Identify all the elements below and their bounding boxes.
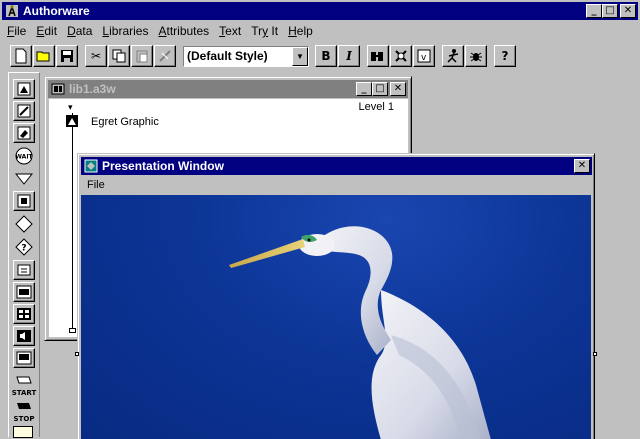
style-select-value: (Default Style)	[187, 49, 268, 63]
svg-text:v: v	[421, 53, 427, 63]
presentation-titlebar[interactable]: Presentation Window ✕	[81, 157, 592, 175]
map-tool-icon[interactable]	[13, 282, 35, 302]
menu-edit[interactable]: Edit	[31, 24, 62, 38]
save-icon[interactable]	[56, 45, 78, 67]
navigate-tool-icon[interactable]	[13, 169, 35, 189]
paste-icon[interactable]	[131, 45, 153, 67]
icon-palette: WAIT ? START STOP	[8, 72, 40, 438]
interaction-tool-icon[interactable]: ?	[13, 237, 35, 257]
library-close-button[interactable]: ✕	[390, 82, 406, 96]
italic-button[interactable]: I	[338, 45, 360, 67]
presentation-menubar: File	[81, 176, 592, 194]
start-flag-label: START	[11, 389, 37, 397]
presentation-window: Presentation Window ✕ File	[75, 153, 597, 439]
erase-tool-icon[interactable]	[13, 123, 35, 143]
level-indicator: Level 1	[358, 101, 394, 113]
menu-text[interactable]: Text	[214, 24, 246, 38]
wait-tool-icon[interactable]: WAIT	[13, 146, 35, 166]
run-icon[interactable]	[442, 45, 464, 67]
menubar: File Edit Data Libraries Attributes Text…	[2, 21, 638, 41]
library-titlebar[interactable]: lib1.a3w _ □ ✕	[48, 80, 408, 98]
stop-flag-icon[interactable]	[13, 399, 35, 413]
flowline-end-icon	[69, 328, 76, 333]
new-file-icon[interactable]	[10, 45, 32, 67]
svg-text:?: ?	[21, 244, 26, 254]
animation-tool-icon[interactable]	[13, 101, 35, 121]
app-titlebar[interactable]: Authorware _ □ ✕	[2, 2, 638, 20]
menu-help[interactable]: Help	[283, 24, 318, 38]
display-icon[interactable]	[66, 115, 78, 127]
library-doc-icon	[50, 81, 66, 97]
video-tool-icon[interactable]	[13, 348, 35, 368]
menu-data[interactable]: Data	[62, 24, 97, 38]
resize-handle-right[interactable]	[593, 352, 597, 356]
library-minimize-button[interactable]: _	[356, 82, 372, 96]
framework-tool-icon[interactable]	[13, 191, 35, 211]
close-button[interactable]: ✕	[620, 4, 636, 18]
egret-photo[interactable]	[81, 195, 591, 439]
variables-icon[interactable]: v	[413, 45, 435, 67]
presentation-title: Presentation Window	[102, 159, 224, 173]
app-title: Authorware	[23, 4, 90, 18]
menu-file-label: ile	[14, 24, 27, 38]
cut-icon[interactable]: ✂	[85, 45, 107, 67]
menu-libraries[interactable]: Libraries	[97, 24, 153, 38]
color-swatch[interactable]	[13, 426, 33, 438]
chevron-down-icon[interactable]: ▼	[292, 46, 308, 66]
presentation-close-button[interactable]: ✕	[574, 159, 590, 173]
authorware-logo-icon	[4, 3, 20, 19]
minimize-button[interactable]: _	[586, 4, 602, 18]
sound-tool-icon[interactable]	[13, 326, 35, 346]
egret-illustration	[229, 226, 491, 439]
library-maximize-button[interactable]: □	[372, 82, 388, 96]
digital-movie-tool-icon[interactable]	[13, 304, 35, 324]
menu-try-it[interactable]: Try It	[246, 24, 283, 38]
menu-file[interactable]: File	[2, 24, 31, 38]
svg-text:WAIT: WAIT	[15, 154, 33, 161]
presentation-window-icon	[83, 158, 99, 174]
calculation-tool-icon[interactable]	[13, 260, 35, 280]
display-tool-icon[interactable]	[13, 79, 35, 99]
menu-attributes[interactable]: Attributes	[153, 24, 214, 38]
toolbar: ✂ (Default Style) ▼ B I v ?	[2, 42, 638, 70]
bold-button[interactable]: B	[315, 45, 337, 67]
flow-item-label[interactable]: Egret Graphic	[91, 116, 159, 128]
flowline-start-icon: ▾	[68, 102, 73, 112]
library-title: lib1.a3w	[69, 82, 116, 96]
style-select[interactable]: (Default Style) ▼	[183, 45, 309, 67]
authorware-window: Authorware _ □ ✕ File Edit Data Librarie…	[0, 0, 640, 439]
library-icon[interactable]	[367, 45, 389, 67]
copy-icon[interactable]	[108, 45, 130, 67]
presentation-menu-file[interactable]: File	[87, 179, 105, 191]
find-icon[interactable]	[154, 45, 176, 67]
debug-bug-icon[interactable]	[465, 45, 487, 67]
start-flag-icon[interactable]	[13, 373, 35, 387]
decision-tool-icon[interactable]	[13, 214, 35, 234]
stop-flag-label: STOP	[13, 415, 35, 423]
model-palette-icon[interactable]	[390, 45, 412, 67]
resize-handle-left[interactable]	[75, 352, 79, 356]
open-folder-icon[interactable]	[33, 45, 55, 67]
help-button[interactable]: ?	[494, 45, 516, 67]
flowline	[72, 113, 73, 332]
maximize-button[interactable]: □	[602, 4, 618, 18]
